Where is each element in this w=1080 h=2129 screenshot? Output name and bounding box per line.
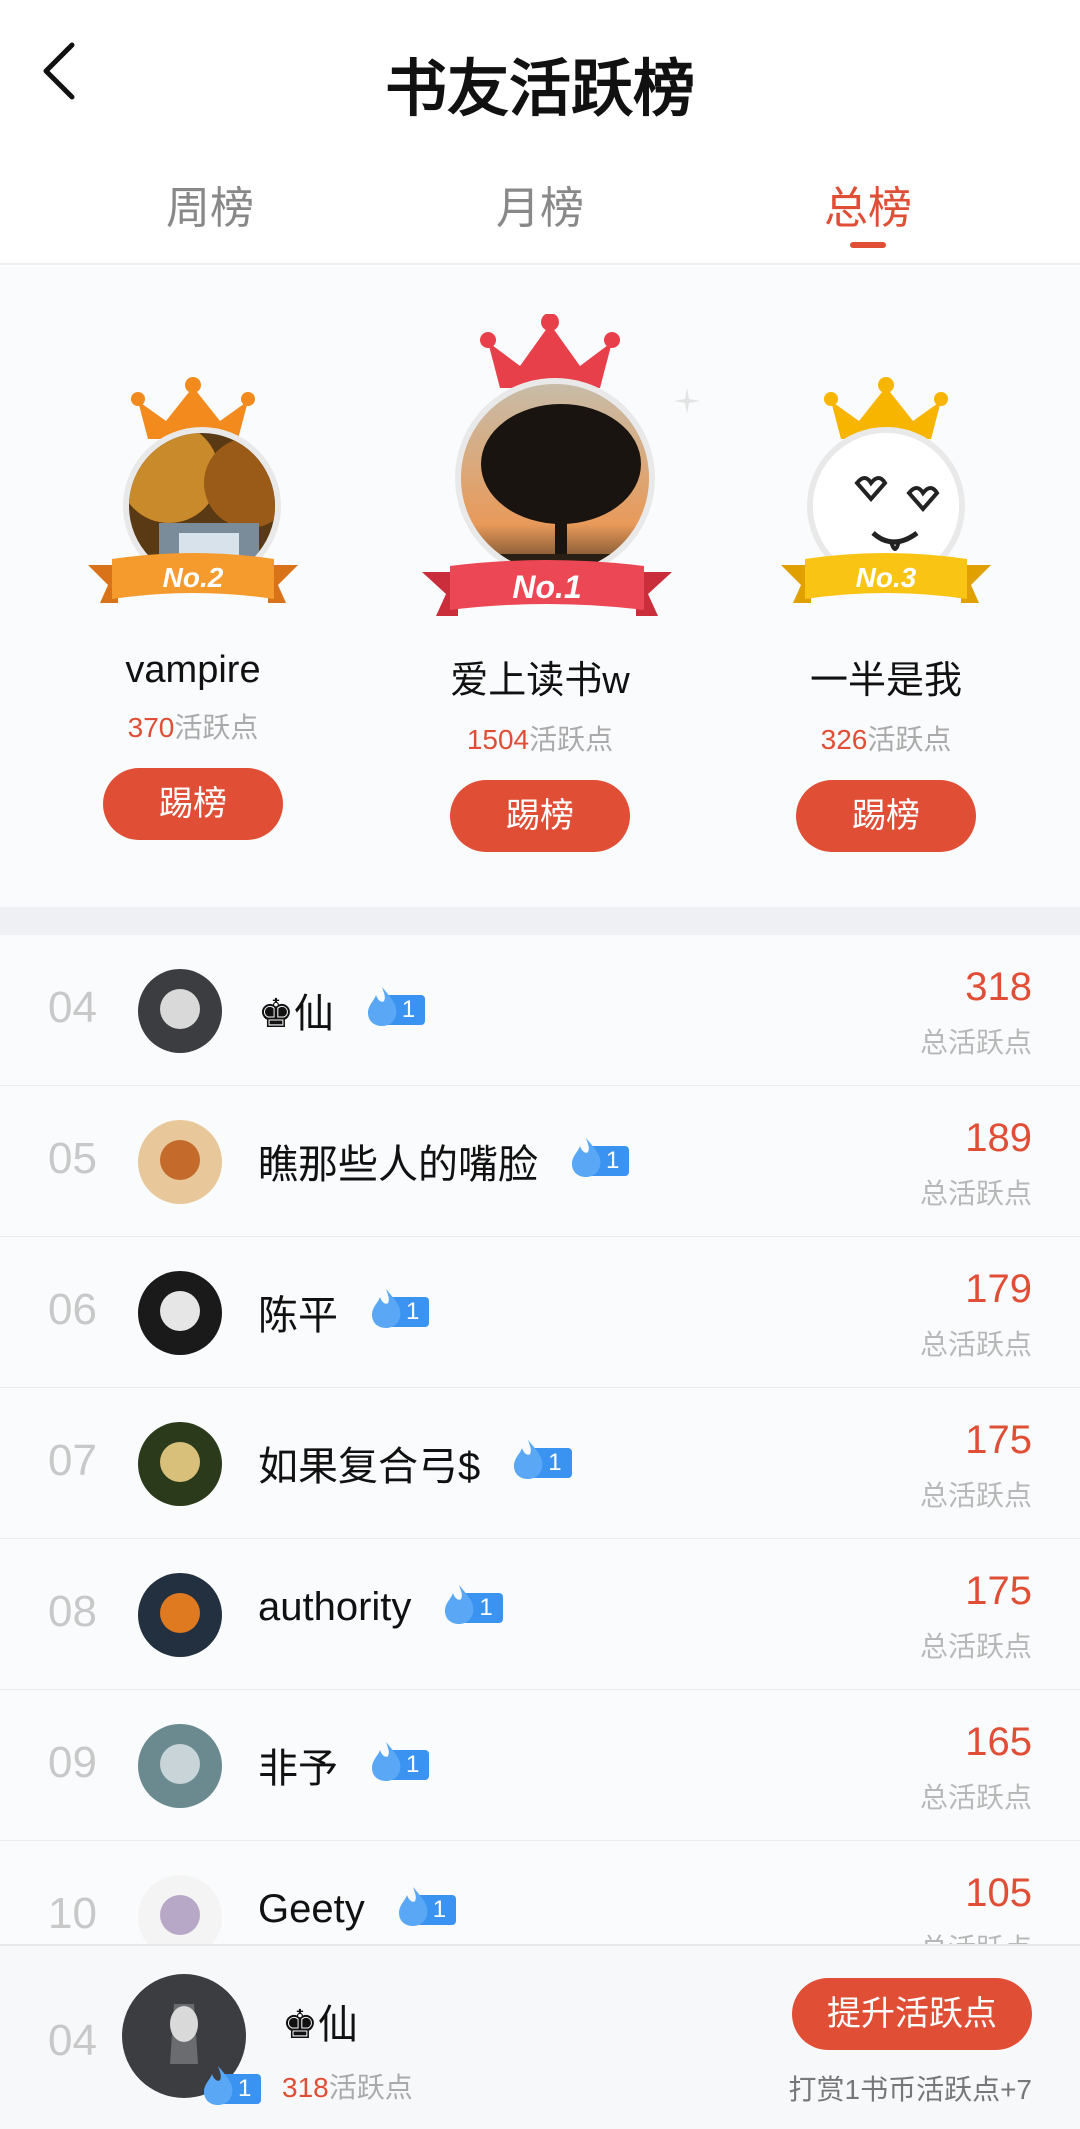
rank-number: 09 xyxy=(48,1738,97,1787)
avatar[interactable] xyxy=(138,1271,222,1355)
kick-button[interactable]: 踢榜 xyxy=(450,780,630,852)
podium-first: No.1 爱上读书w 1504活跃点 踢榜 xyxy=(390,314,700,852)
podium-points: 326活跃点 xyxy=(820,724,952,755)
podium-name: 爱上读书w xyxy=(450,660,630,702)
level-badge: 1 xyxy=(366,1289,430,1329)
page-title: 书友活跃榜 xyxy=(384,52,695,125)
score-value: 165 xyxy=(965,1720,1032,1764)
user-name-wrap: Geety 1 xyxy=(258,1886,457,1932)
tab-bar: 周榜 月榜 总榜 xyxy=(0,150,1080,265)
kick-button[interactable]: 踢榜 xyxy=(796,780,976,852)
user-name: 陈平 xyxy=(258,1294,338,1338)
my-rank-bar: 04 1 ♚仙 318活跃点 提升活跃点 打赏1书币活跃点+7 xyxy=(0,1944,1080,2129)
rank-ribbon: No.1 xyxy=(422,560,672,616)
kick-button[interactable]: 踢榜 xyxy=(103,768,283,840)
top-bar: 书友活跃榜 xyxy=(0,0,1080,150)
rank-ribbon: No.3 xyxy=(781,553,991,603)
flame-icon xyxy=(372,1742,401,1781)
flame-icon xyxy=(572,1138,601,1177)
rank-label: No.3 xyxy=(856,562,917,593)
level-badge: 1 xyxy=(366,1742,430,1782)
level-badge: 1 xyxy=(198,2066,262,2106)
score-value: 189 xyxy=(965,1116,1032,1160)
top-three-podium: No.2 vampire 370活跃点 踢榜 No.1 爱上读书w 1504活跃… xyxy=(0,267,1080,907)
sparkle-icon xyxy=(674,388,700,414)
avatar[interactable] xyxy=(138,1120,222,1204)
podium-points: 1504活跃点 xyxy=(466,724,614,755)
my-name: ♚仙 xyxy=(282,2003,358,2047)
rank-number: 10 xyxy=(48,1889,97,1938)
rank-number: 07 xyxy=(48,1436,97,1485)
podium-third: No.3 一半是我 326活跃点 踢榜 xyxy=(736,377,1036,852)
avatar[interactable] xyxy=(138,1422,222,1506)
list-item[interactable]: 06 陈平 1 179 总活跃点 xyxy=(0,1237,1080,1388)
score-label: 总活跃点 xyxy=(919,1329,1032,1360)
user-name-wrap: 非予 1 xyxy=(258,1736,430,1794)
rank-label: No.2 xyxy=(163,562,224,593)
rank-number: 04 xyxy=(48,983,97,1032)
score-value: 318 xyxy=(965,965,1032,1009)
level-badge: 1 xyxy=(439,1584,503,1625)
list-item[interactable]: 05 瞧那些人的嘴脸 1 189 总活跃点 xyxy=(0,1086,1080,1237)
rank-label: No.1 xyxy=(512,569,581,605)
user-name: 瞧那些人的嘴脸 xyxy=(258,1143,538,1187)
user-name: 如果复合弓$ xyxy=(258,1445,481,1489)
rank-number: 05 xyxy=(48,1134,97,1183)
user-name: 非予 xyxy=(258,1747,338,1791)
flame-icon xyxy=(445,1584,474,1624)
user-name: ♚仙 xyxy=(258,992,334,1036)
flame-icon xyxy=(398,1886,428,1926)
rank-ribbon: No.2 xyxy=(88,553,298,603)
podium-name: vampire xyxy=(125,649,261,691)
rank-number: 06 xyxy=(48,1285,97,1334)
user-name-wrap: ♚仙 1 xyxy=(258,981,426,1039)
my-points: 318活跃点 xyxy=(282,2072,413,2103)
level-badge: 1 xyxy=(566,1138,630,1178)
level-badge: 1 xyxy=(508,1440,572,1480)
podium-second: No.2 vampire 370活跃点 踢榜 xyxy=(43,377,343,840)
tab-weekly[interactable]: 周榜 xyxy=(110,172,310,236)
score-value: 179 xyxy=(965,1267,1032,1311)
list-item[interactable]: 09 非予 1 165 总活跃点 xyxy=(0,1690,1080,1841)
list-item[interactable]: 08 authority 1 175 总活跃点 xyxy=(0,1539,1080,1690)
score-label: 总活跃点 xyxy=(919,1480,1032,1511)
list-item[interactable]: 07 如果复合弓$ 1 175 总活跃点 xyxy=(0,1388,1080,1539)
user-name-wrap: authority 1 xyxy=(258,1584,503,1630)
score-value: 175 xyxy=(965,1569,1032,1613)
flame-icon xyxy=(514,1440,543,1479)
score-label: 总活跃点 xyxy=(919,1631,1032,1662)
flame-icon xyxy=(367,987,397,1026)
score-value: 175 xyxy=(965,1418,1032,1462)
podium-name: 一半是我 xyxy=(809,660,962,702)
active-tab-indicator xyxy=(850,242,886,248)
user-name-wrap: 陈平 1 xyxy=(258,1283,430,1341)
level-badge: 1 xyxy=(393,1886,457,1927)
user-name-wrap: 瞧那些人的嘴脸 1 xyxy=(258,1132,630,1190)
my-rank: 04 xyxy=(48,2016,97,2065)
user-name: Geety xyxy=(258,1887,365,1931)
ranking-list: 04 ♚仙 1 318 总活跃点 05 瞧那些人的嘴脸 1 189 总活跃点 06 陈平 1 179 总活跃… xyxy=(0,935,1080,1992)
section-divider xyxy=(0,907,1080,935)
level-badge: 1 xyxy=(362,987,426,1027)
score-label: 总活跃点 xyxy=(919,1782,1032,1813)
avatar[interactable] xyxy=(138,969,222,1053)
rank-number: 08 xyxy=(48,1587,97,1636)
tab-total[interactable]: 总榜 xyxy=(768,172,968,236)
flame-icon xyxy=(204,2066,233,2105)
flame-icon xyxy=(372,1289,401,1328)
avatar[interactable] xyxy=(138,1724,222,1808)
podium-points: 370活跃点 xyxy=(127,712,259,743)
score-value: 105 xyxy=(965,1871,1032,1915)
score-label: 总活跃点 xyxy=(919,1178,1032,1209)
avatar[interactable] xyxy=(455,378,655,578)
tab-monthly[interactable]: 月榜 xyxy=(440,172,640,236)
list-item[interactable]: 04 ♚仙 1 318 总活跃点 xyxy=(0,935,1080,1086)
avatar[interactable] xyxy=(138,1573,222,1657)
user-name-wrap: 如果复合弓$ 1 xyxy=(258,1434,572,1492)
score-label: 总活跃点 xyxy=(919,1027,1032,1058)
user-name: authority xyxy=(258,1585,412,1629)
reward-note: 打赏1书币活跃点+7 xyxy=(788,2074,1033,2105)
boost-activity-button[interactable]: 提升活跃点 xyxy=(792,1978,1032,2050)
